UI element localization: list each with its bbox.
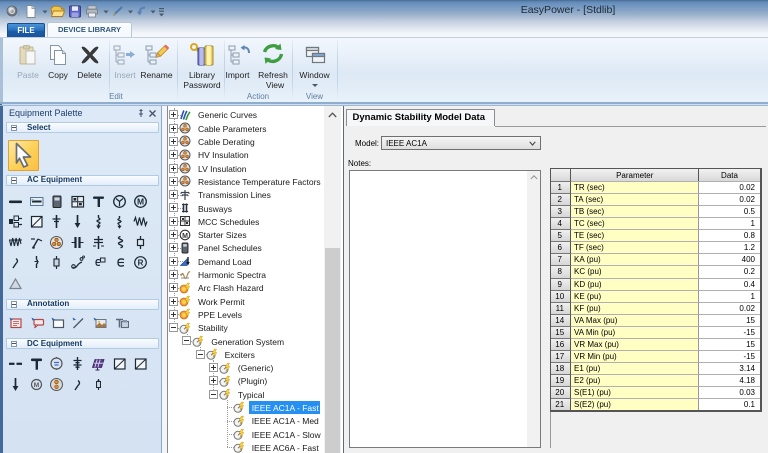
svg-text:M: M	[182, 232, 188, 239]
svg-text:M: M	[33, 382, 38, 389]
svg-text:R: R	[137, 258, 143, 267]
svg-text:M: M	[137, 197, 144, 207]
